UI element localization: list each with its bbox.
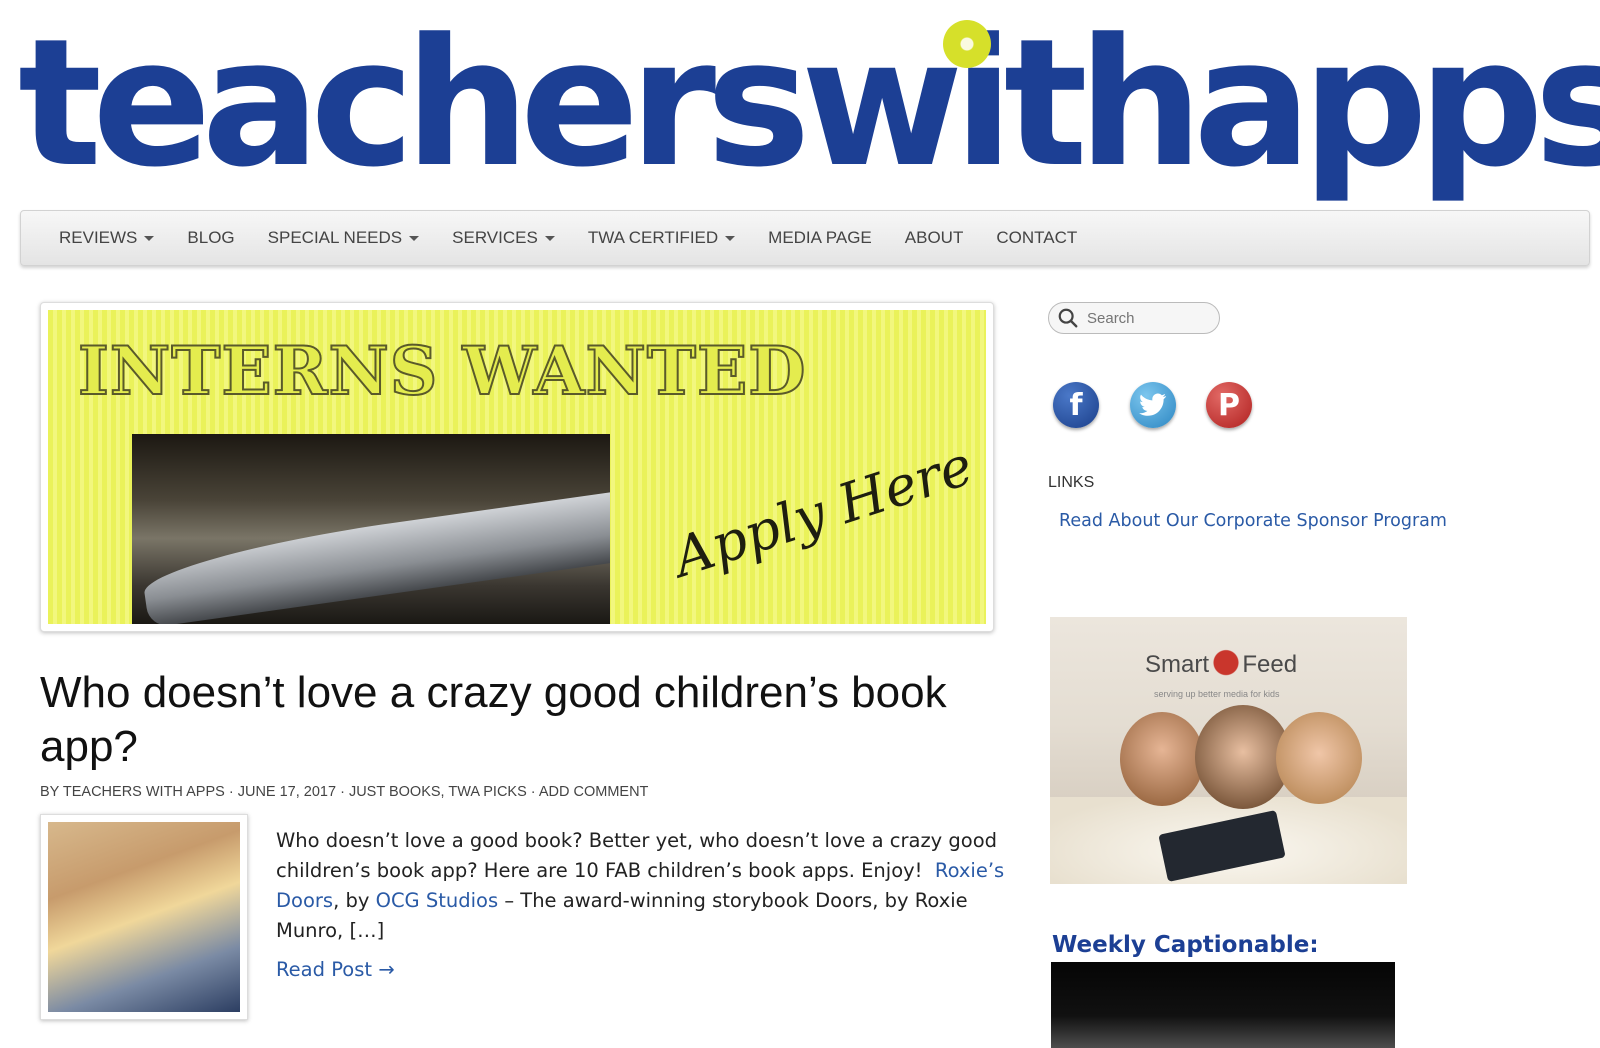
weekly-captionable-image[interactable] — [1051, 962, 1395, 1048]
nav-item-twa-certified[interactable]: TWA CERTIFIED — [588, 228, 736, 248]
weekly-captionable-heading: Weekly Captionable: — [1052, 932, 1319, 958]
apply-here-text: Apply Here — [665, 433, 981, 590]
post-title[interactable]: Who doesn’t love a crazy good children’s… — [40, 666, 1010, 774]
post-categories[interactable]: JUST BOOKS, TWA PICKS — [349, 784, 527, 800]
pinterest-icon[interactable]: P — [1206, 382, 1252, 428]
caret-down-icon — [144, 235, 155, 241]
caret-down-icon — [725, 235, 736, 241]
logo-dot-icon — [943, 20, 991, 68]
ad-tagline: serving up better media for kids — [1154, 689, 1280, 699]
tablet-icon — [139, 486, 610, 624]
nav-item-contact[interactable]: CONTACT — [996, 228, 1077, 248]
banner-image[interactable]: INTERNS WANTED Apply Here — [48, 310, 986, 624]
post-thumbnail[interactable] — [40, 814, 248, 1020]
caret-down-icon — [409, 235, 420, 241]
nav-item-special-needs[interactable]: SPECIAL NEEDS — [268, 228, 420, 248]
corporate-sponsor-link[interactable]: Read About Our Corporate Sponsor Program — [1059, 511, 1447, 531]
nav-item-services[interactable]: SERVICES — [452, 228, 555, 248]
logo-text[interactable]: teacherswithapps — [18, 16, 1600, 192]
post-author[interactable]: TEACHERS WITH APPS — [63, 784, 225, 800]
caret-down-icon — [544, 235, 555, 241]
ocg-studios-link[interactable]: OCG Studios — [376, 889, 499, 912]
cherries-logo-icon — [1213, 641, 1239, 677]
links-heading: LINKS — [1048, 474, 1095, 491]
search-input[interactable] — [1087, 309, 1207, 327]
nav-item-reviews[interactable]: REVIEWS — [59, 228, 155, 248]
child-photo — [1120, 712, 1204, 806]
bird-glyph — [1139, 393, 1167, 416]
post-meta: BY TEACHERS WITH APPS · JUNE 17, 2017 · … — [40, 784, 649, 800]
interns-banner[interactable]: INTERNS WANTED Apply Here — [40, 302, 994, 632]
post-excerpt: Who doesn’t love a good book? Better yet… — [276, 829, 1005, 942]
nav-item-about[interactable]: ABOUT — [905, 228, 964, 248]
twitter-icon[interactable] — [1130, 382, 1176, 428]
read-post-link[interactable]: Read Post → — [276, 958, 395, 981]
nav-item-blog[interactable]: BLOG — [187, 228, 234, 248]
nav-item-media-page[interactable]: MEDIA PAGE — [768, 228, 872, 248]
search-box[interactable] — [1048, 302, 1220, 334]
search-icon — [1058, 308, 1078, 328]
child-photo — [1276, 712, 1362, 804]
add-comment-link[interactable]: ADD COMMENT — [539, 784, 649, 800]
smart-feed-ad[interactable]: Smart Feed serving up better media for k… — [1050, 617, 1407, 884]
tablet-photo — [132, 434, 610, 624]
post-date: JUNE 17, 2017 — [237, 784, 337, 800]
banner-title: INTERNS WANTED — [77, 331, 807, 411]
site-logo[interactable]: teacherswithapps — [18, 12, 1600, 192]
facebook-icon[interactable]: f — [1053, 382, 1099, 428]
child-reading-image — [48, 822, 240, 1012]
main-navigation: REVIEWS BLOG SPECIAL NEEDS SERVICES TWA … — [20, 210, 1590, 266]
